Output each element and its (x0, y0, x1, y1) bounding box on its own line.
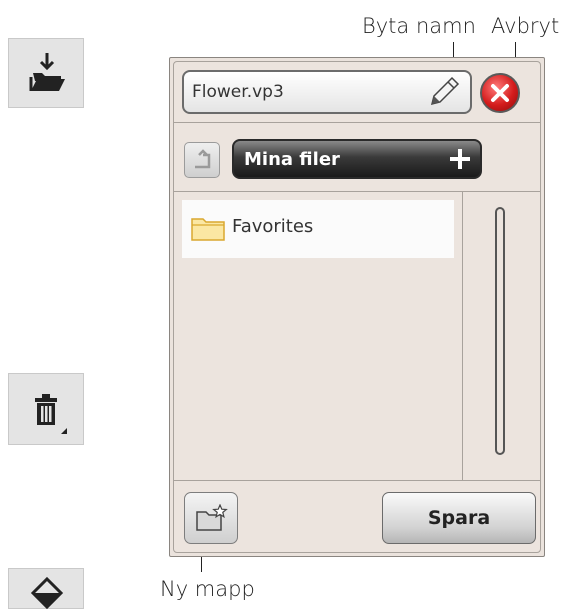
new-folder-icon (196, 504, 228, 531)
current-folder-label: Mina filer (244, 149, 340, 170)
trash-icon (35, 394, 67, 434)
save-file-dialog: Flower.vp3 Mina filer Favorites Spara (169, 57, 545, 557)
callout-new-folder: Ny mapp (160, 577, 255, 601)
open-file-button[interactable] (8, 38, 84, 108)
delete-button[interactable] (8, 373, 84, 445)
pencil-icon[interactable] (426, 76, 462, 110)
close-icon (491, 84, 509, 102)
divider (174, 122, 540, 123)
diamond-icon (30, 576, 64, 610)
filename-field[interactable]: Flower.vp3 (182, 70, 472, 114)
side-tool-button[interactable] (8, 568, 84, 610)
list-item-label: Favorites (232, 216, 314, 237)
folder-up-icon (195, 149, 211, 169)
folder-up-button[interactable] (184, 142, 220, 178)
file-list: Favorites (174, 192, 464, 480)
divider (462, 192, 463, 480)
callout-rename: Byta namn (362, 14, 476, 38)
current-folder-select[interactable]: Mina filer (232, 139, 482, 179)
folder-icon (191, 218, 225, 241)
open-folder-download-icon (29, 53, 65, 91)
dialog-panel: Flower.vp3 Mina filer Favorites Spara (173, 61, 541, 553)
scrollbar[interactable] (495, 207, 505, 455)
new-folder-button[interactable] (184, 492, 238, 544)
cancel-button[interactable] (480, 73, 520, 113)
plus-icon[interactable] (448, 147, 472, 171)
save-button[interactable]: Spara (382, 492, 536, 544)
filename-text: Flower.vp3 (192, 82, 284, 102)
divider (174, 480, 540, 481)
list-item-favorites[interactable]: Favorites (182, 200, 454, 258)
callout-cancel: Avbryt (491, 14, 560, 38)
